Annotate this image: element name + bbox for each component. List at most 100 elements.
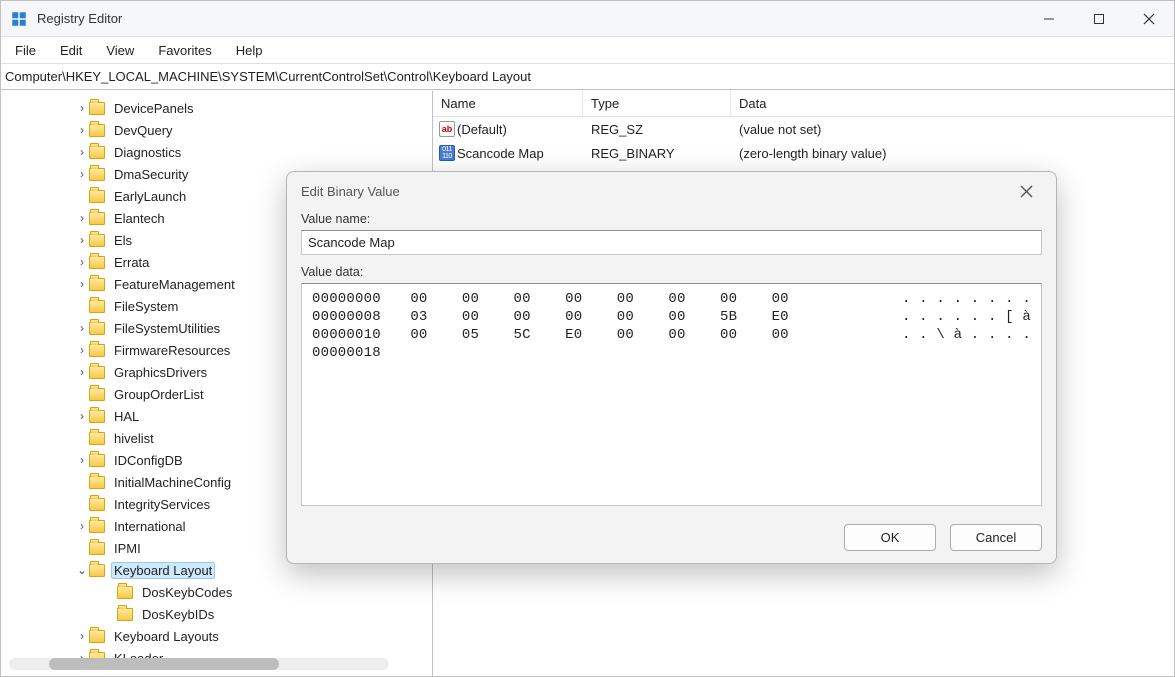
dialog-title: Edit Binary Value <box>301 184 400 199</box>
chevron-right-icon[interactable]: › <box>75 101 89 115</box>
hex-row: 0000000803 00 00 00 00 00 5B E0. . . . .… <box>312 308 1031 326</box>
folder-icon <box>117 608 133 621</box>
tree-item-label: DevicePanels <box>111 100 197 117</box>
tree-item-label: DmaSecurity <box>111 166 191 183</box>
folder-icon <box>89 190 105 203</box>
hex-ascii <box>912 344 1031 362</box>
column-header-name[interactable]: Name <box>433 91 583 116</box>
tree-item[interactable]: DosKeybIDs <box>75 603 432 625</box>
value-row[interactable]: ab(Default)REG_SZ(value not set) <box>433 117 1174 141</box>
chevron-right-icon[interactable]: › <box>75 211 89 225</box>
folder-icon <box>89 146 105 159</box>
menu-view[interactable]: View <box>94 40 146 61</box>
hex-offset: 00000010 <box>312 326 410 344</box>
chevron-right-icon[interactable]: › <box>75 255 89 269</box>
folder-icon <box>89 630 105 643</box>
tree-item[interactable]: › DevicePanels <box>75 97 432 119</box>
menu-edit[interactable]: Edit <box>48 40 94 61</box>
tree-item[interactable]: › Keyboard Layouts <box>75 625 432 647</box>
chevron-right-icon[interactable]: › <box>75 145 89 159</box>
hex-ascii: . . . . . . . . <box>902 290 1031 308</box>
chevron-right-icon[interactable]: › <box>75 365 89 379</box>
close-button[interactable] <box>1124 1 1174 36</box>
folder-icon <box>89 234 105 247</box>
hex-bytes[interactable] <box>412 344 912 362</box>
column-header-data[interactable]: Data <box>731 91 1174 116</box>
title-bar: Registry Editor <box>1 1 1174 37</box>
chevron-right-icon[interactable]: › <box>75 123 89 137</box>
ok-button[interactable]: OK <box>844 524 936 551</box>
chevron-down-icon[interactable]: ⌄ <box>75 563 89 577</box>
minimize-button[interactable] <box>1024 1 1074 36</box>
tree-item[interactable]: ›DevQuery <box>75 119 432 141</box>
chevron-right-icon[interactable]: › <box>75 629 89 643</box>
folder-icon <box>89 476 105 489</box>
folder-icon <box>89 322 105 335</box>
tree-item-label: FileSystem <box>111 298 181 315</box>
dialog-titlebar: Edit Binary Value <box>287 172 1056 210</box>
scrollbar-thumb[interactable] <box>49 658 279 670</box>
tree-item[interactable]: ›Diagnostics <box>75 141 432 163</box>
menu-file[interactable]: File <box>3 40 48 61</box>
value-name-field[interactable]: Scancode Map <box>301 230 1042 255</box>
chevron-right-icon[interactable]: › <box>75 277 89 291</box>
hex-bytes[interactable]: 00 00 00 00 00 00 00 00 <box>410 290 902 308</box>
folder-icon <box>89 278 105 291</box>
folder-icon <box>89 102 105 115</box>
hex-bytes[interactable]: 03 00 00 00 00 00 5B E0 <box>410 308 902 326</box>
string-value-icon: ab <box>439 121 455 137</box>
menu-help[interactable]: Help <box>224 40 275 61</box>
regedit-icon <box>9 9 29 29</box>
folder-icon <box>89 168 105 181</box>
hex-editor[interactable]: 0000000000 00 00 00 00 00 00 00. . . . .… <box>301 283 1042 506</box>
tree-item-label: Keyboard Layouts <box>111 628 222 645</box>
dialog-close-button[interactable] <box>1010 175 1042 207</box>
tree-item-label: DosKeybIDs <box>139 606 217 623</box>
tree-item-label: HAL <box>111 408 142 425</box>
column-header-type[interactable]: Type <box>583 91 731 116</box>
value-data-label: Value data: <box>301 265 1042 279</box>
tree-item-label: Elantech <box>111 210 168 227</box>
tree-item-label: FeatureManagement <box>111 276 238 293</box>
hex-offset: 00000018 <box>312 344 412 362</box>
list-rows: ab(Default)REG_SZ(value not set)011110Sc… <box>433 117 1174 165</box>
maximize-button[interactable] <box>1074 1 1124 36</box>
folder-icon <box>89 564 105 577</box>
chevron-right-icon[interactable]: › <box>75 409 89 423</box>
tree-item-label: GroupOrderList <box>111 386 207 403</box>
edit-binary-dialog: Edit Binary Value Value name: Scancode M… <box>286 171 1057 564</box>
tree-item[interactable]: DosKeybCodes <box>75 581 432 603</box>
folder-icon <box>89 454 105 467</box>
dialog-buttons: OK Cancel <box>287 518 1056 563</box>
hex-row: 0000000000 00 00 00 00 00 00 00. . . . .… <box>312 290 1031 308</box>
folder-icon <box>89 344 105 357</box>
tree-item-label: Keyboard Layout <box>111 562 215 579</box>
value-type: REG_BINARY <box>583 146 731 161</box>
value-name: (Default) <box>455 122 583 137</box>
menu-favorites[interactable]: Favorites <box>146 40 223 61</box>
chevron-right-icon[interactable]: › <box>75 453 89 467</box>
chevron-right-icon[interactable]: › <box>75 233 89 247</box>
chevron-right-icon[interactable]: › <box>75 167 89 181</box>
dialog-body: Value name: Scancode Map Value data: 000… <box>287 210 1056 518</box>
chevron-right-icon[interactable]: › <box>75 519 89 533</box>
value-data: (zero-length binary value) <box>731 146 1174 161</box>
tree-item-label: FirmwareResources <box>111 342 233 359</box>
folder-icon <box>89 388 105 401</box>
tree-item-label: EarlyLaunch <box>111 188 189 205</box>
hex-row: 0000001000 05 5C E0 00 00 00 00. . \ à .… <box>312 326 1031 344</box>
cancel-button[interactable]: Cancel <box>950 524 1042 551</box>
value-row[interactable]: 011110Scancode MapREG_BINARY(zero-length… <box>433 141 1174 165</box>
hex-bytes[interactable]: 00 05 5C E0 00 00 00 00 <box>410 326 902 344</box>
tree-item-label: hivelist <box>111 430 157 447</box>
folder-icon <box>89 432 105 445</box>
folder-icon <box>89 366 105 379</box>
tree-item-label: IPMI <box>111 540 144 557</box>
folder-icon <box>117 586 133 599</box>
chevron-right-icon[interactable]: › <box>75 321 89 335</box>
hex-offset: 00000008 <box>312 308 410 326</box>
address-bar[interactable]: Computer\HKEY_LOCAL_MACHINE\SYSTEM\Curre… <box>1 64 1174 90</box>
horizontal-scrollbar[interactable] <box>9 658 389 670</box>
chevron-right-icon[interactable]: › <box>75 343 89 357</box>
window-title: Registry Editor <box>37 11 122 26</box>
